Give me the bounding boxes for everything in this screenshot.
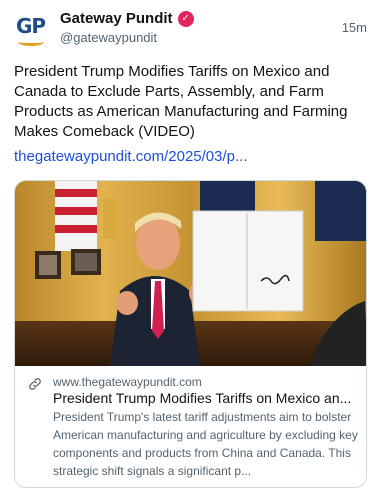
post-text: President Trump Modifies Tariffs on Mexi… [14,63,348,140]
avatar[interactable]: GP [14,12,52,50]
card-description: President Trump's latest tariff adjustme… [53,410,358,478]
link-preview-card[interactable]: www.thegatewaypundit.com President Trump… [14,180,367,488]
post[interactable]: GP Gateway Pundit ✓ @gatewaypundit 15m P… [0,0,381,500]
avatar-logo-text: GP [16,14,46,38]
post-link[interactable]: thegatewaypundit.com/2025/03/p... [14,148,248,165]
link-icon [29,378,41,390]
card-image-illustration [15,181,366,366]
post-timestamp[interactable]: 15m [342,20,367,35]
verified-badge-icon: ✓ [177,10,194,27]
user-handle[interactable]: @gatewaypundit [60,30,157,45]
card-meta[interactable]: www.thegatewaypundit.com President Trump… [15,366,366,487]
name-row: Gateway Pundit ✓ [60,10,194,27]
avatar-swoosh [18,38,44,46]
card-image[interactable] [15,181,366,366]
display-name[interactable]: Gateway Pundit [60,10,173,27]
post-header: GP Gateway Pundit ✓ @gatewaypundit 15m [14,10,367,54]
card-domain: www.thegatewaypundit.com [53,375,202,389]
card-title[interactable]: President Trump Modifies Tariffs on Mexi… [53,390,358,406]
